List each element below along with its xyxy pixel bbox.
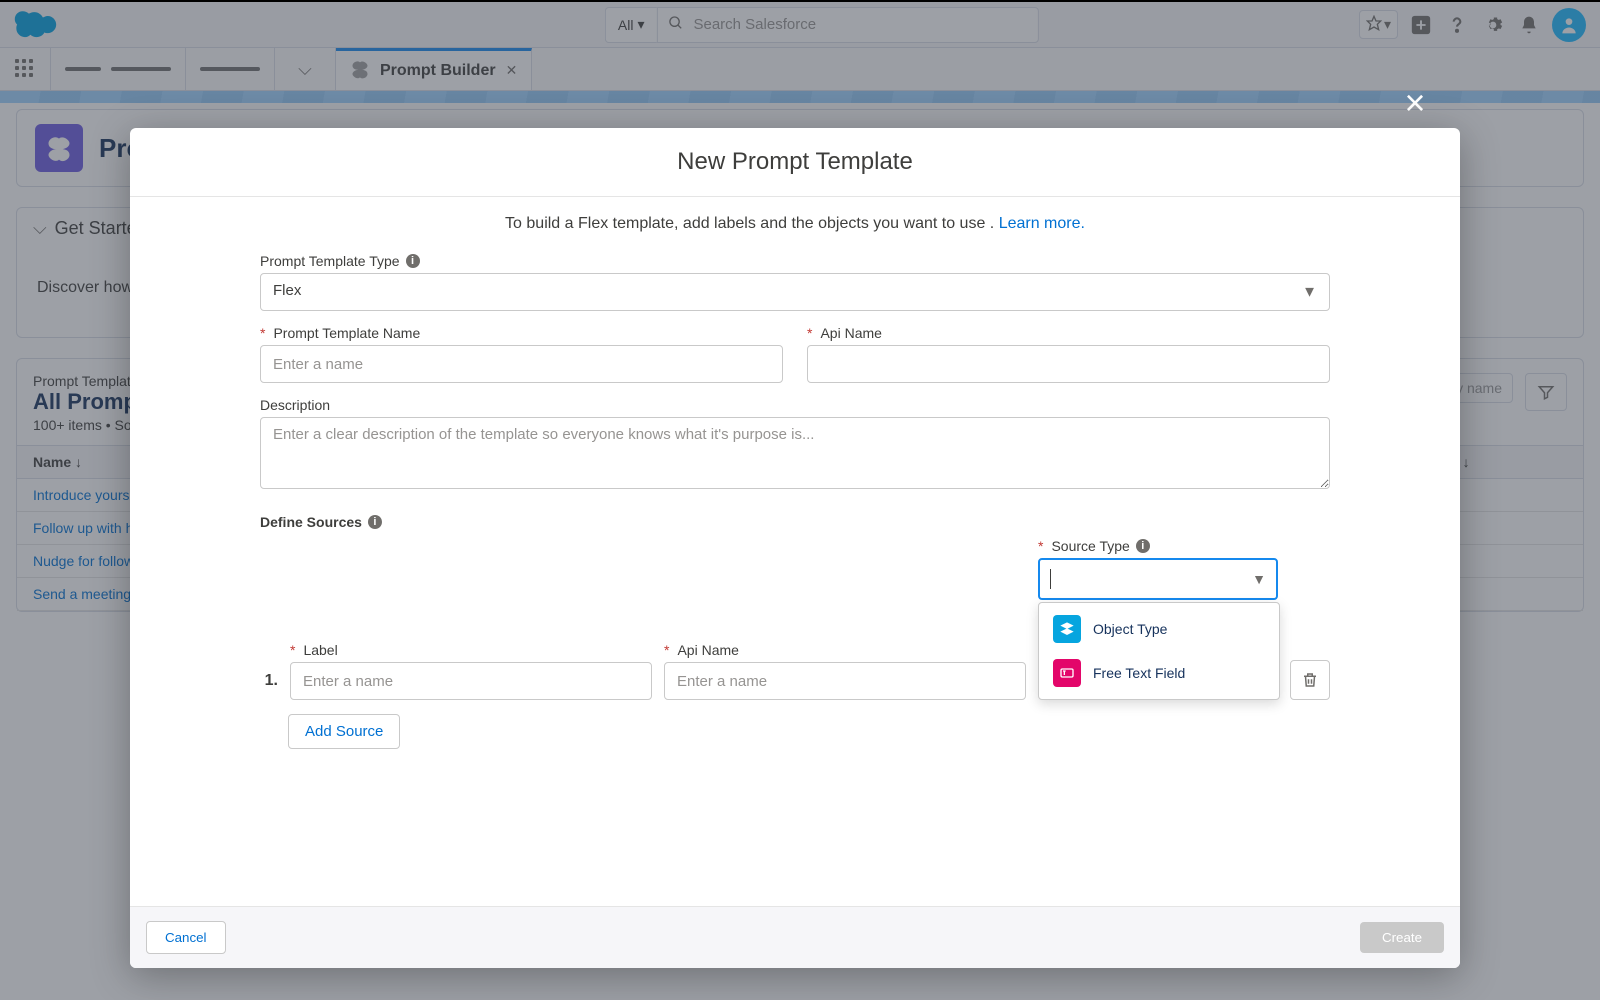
type-label: Prompt Template Type	[260, 253, 400, 269]
source-apiname-label: Api Name	[677, 642, 738, 658]
template-apiname-input[interactable]	[807, 345, 1330, 383]
source-type-label: Source Type	[1051, 538, 1129, 554]
learn-more-link[interactable]: Learn more.	[999, 215, 1085, 232]
source-index: 1.	[260, 672, 278, 690]
info-icon[interactable]: i	[406, 254, 420, 268]
sources-heading: Define Sources	[260, 514, 362, 530]
template-type-value: Flex	[273, 282, 301, 299]
text-cursor	[1050, 569, 1051, 589]
option-label: Object Type	[1093, 621, 1167, 637]
source-type-dropdown: Object Type Free Text Field	[1038, 602, 1280, 700]
source-label-label: Label	[303, 642, 337, 658]
modal-intro: To build a Flex template, add labels and…	[260, 215, 1330, 233]
modal-title: New Prompt Template	[130, 148, 1460, 176]
source-type-option-freetext[interactable]: Free Text Field	[1039, 651, 1279, 695]
info-icon[interactable]: i	[1136, 539, 1150, 553]
new-prompt-template-modal: New Prompt Template To build a Flex temp…	[130, 128, 1460, 968]
template-name-input[interactable]	[260, 345, 783, 383]
source-apiname-input[interactable]	[664, 662, 1026, 700]
delete-source-button[interactable]	[1290, 660, 1330, 700]
source-label-input[interactable]	[290, 662, 652, 700]
info-icon[interactable]: i	[368, 515, 382, 529]
description-textarea[interactable]	[260, 417, 1330, 489]
text-field-icon	[1053, 659, 1081, 687]
modal-intro-text: To build a Flex template, add labels and…	[505, 215, 999, 232]
layers-icon	[1053, 615, 1081, 643]
description-label: Description	[260, 397, 330, 413]
api-name-label: Api Name	[820, 325, 881, 341]
source-type-option-object[interactable]: Object Type	[1039, 607, 1279, 651]
name-label: Prompt Template Name	[273, 325, 420, 341]
create-button[interactable]: Create	[1360, 922, 1444, 953]
cancel-button[interactable]: Cancel	[146, 921, 226, 954]
add-source-button[interactable]: Add Source	[288, 714, 400, 749]
source-type-select[interactable]: ▼	[1038, 558, 1278, 600]
template-type-select[interactable]: Flex ▼	[260, 273, 1330, 311]
option-label: Free Text Field	[1093, 665, 1185, 681]
caret-down-icon: ▼	[1252, 571, 1266, 587]
source-row: 1. *Label *Api Name *Source Type i ▼	[260, 538, 1330, 700]
modal-close-button[interactable]: ×	[1400, 88, 1430, 118]
caret-down-icon: ▼	[1302, 284, 1317, 301]
